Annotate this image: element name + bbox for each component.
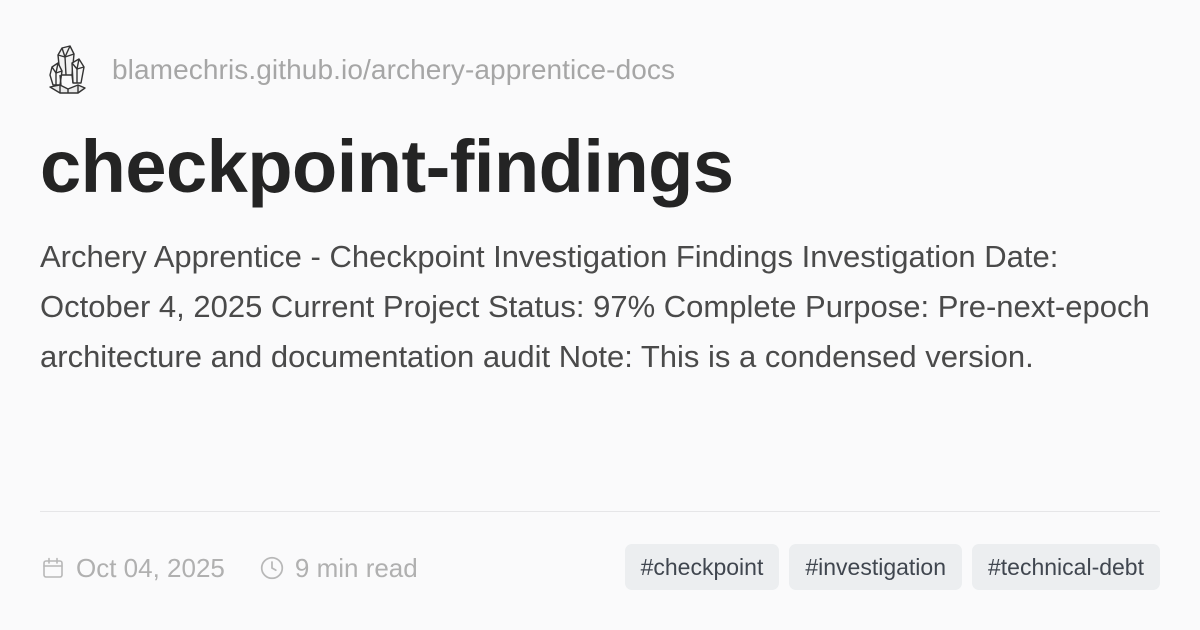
post-meta: Oct 04, 2025 9 min read [40,544,418,592]
divider [40,511,1160,512]
page-title: checkpoint-findings [40,125,734,208]
page-description: Archery Apprentice - Checkpoint Investig… [40,239,1150,374]
social-card: blamechris.github.io/archery-apprentice-… [0,0,1200,630]
clock-icon [259,555,285,581]
site-url[interactable]: blamechris.github.io/archery-apprentice-… [112,54,675,86]
calendar-icon [40,555,66,581]
tag-list: #checkpoint #investigation #technical-de… [624,544,1160,590]
read-time-text: 9 min read [294,552,418,583]
site-header: blamechris.github.io/archery-apprentice-… [44,40,675,100]
read-time: 9 min read [259,553,418,584]
publish-date-text: Oct 04, 2025 [76,552,225,583]
tag-technical-debt[interactable]: #technical-debt [972,544,1160,590]
tag-investigation[interactable]: #investigation [789,544,962,590]
tag-checkpoint[interactable]: #checkpoint [624,544,780,590]
crystal-icon [44,41,92,99]
publish-date: Oct 04, 2025 [40,553,225,584]
